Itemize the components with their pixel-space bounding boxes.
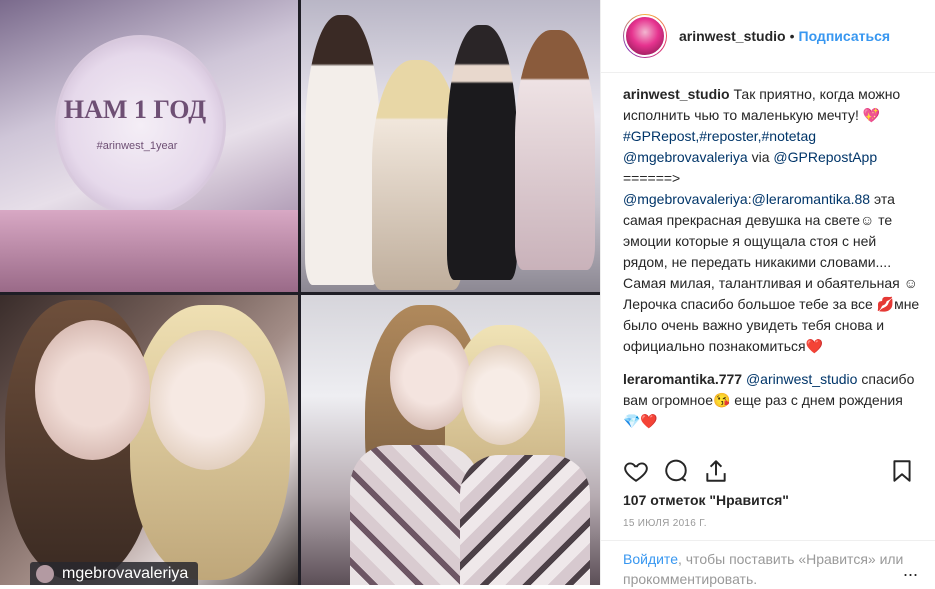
comment-username[interactable]: leraromantika.777 xyxy=(623,371,742,387)
header-separator: • xyxy=(789,28,795,44)
person-face xyxy=(390,325,470,430)
comment-username[interactable]: arinwest_studio xyxy=(623,86,730,102)
bookmark-icon[interactable] xyxy=(889,458,915,489)
heart-icon[interactable] xyxy=(623,458,649,489)
comment-text: ======> xyxy=(623,170,681,186)
comment-text: эта самая прекрасная девушка на свете☺ т… xyxy=(623,191,920,354)
reply-comment: leraromantika.777 @arinwest_studio спаси… xyxy=(623,369,923,432)
mention-link[interactable]: @GPRepostApp xyxy=(773,149,877,165)
action-bar xyxy=(623,458,915,488)
caption-comment: arinwest_studio Так приятно, когда можно… xyxy=(623,84,923,357)
comment-text: via xyxy=(751,149,770,165)
header-username[interactable]: arinwest_studio xyxy=(679,28,786,44)
avatar-image xyxy=(624,15,666,57)
login-prompt: Войдите, чтобы поставить «Нравится» или … xyxy=(623,549,923,589)
follow-button[interactable]: Подписаться xyxy=(799,28,891,44)
mention-link[interactable]: @arinwest_studio xyxy=(746,371,858,387)
avatar[interactable] xyxy=(623,14,667,58)
comment-icon[interactable] xyxy=(663,458,689,489)
login-link[interactable]: Войдите xyxy=(623,551,678,567)
person-figure xyxy=(305,15,380,285)
person-face xyxy=(150,330,265,470)
post-photo[interactable]: НАМ 1 ГОД #arinwest_1year mgebrovavaleri… xyxy=(0,0,600,585)
anniversary-banner xyxy=(55,35,226,216)
likes-count[interactable]: 107 отметок "Нравится" xyxy=(623,492,789,508)
person-figure xyxy=(447,25,517,280)
dessert-table xyxy=(0,210,298,292)
mention-link[interactable]: @mgebrovavaleriya xyxy=(623,191,748,207)
share-icon[interactable] xyxy=(703,458,729,489)
post-sidebar: arinwest_studio • Подписаться arinwest_s… xyxy=(600,0,935,589)
repost-user-tag[interactable]: mgebrovavaleriya xyxy=(30,562,199,585)
banner-headline: НАМ 1 ГОД xyxy=(63,95,207,124)
repost-username: mgebrovavaleriya xyxy=(62,565,189,582)
mention-link[interactable]: @leraromantika.88 xyxy=(752,191,871,207)
person-figure xyxy=(515,30,595,270)
hashtag-link[interactable]: #GPRepost,#reposter,#notetag xyxy=(623,128,816,144)
floral-dress xyxy=(460,455,590,585)
post-header: arinwest_studio • Подписаться xyxy=(601,0,935,73)
post-date[interactable]: 15 ИЮЛЯ 2016 Г. xyxy=(623,518,707,529)
person-face xyxy=(462,345,540,445)
mention-link[interactable]: @mgebrovavaleriya xyxy=(623,149,748,165)
comment-list: arinwest_studio Так приятно, когда можно… xyxy=(623,84,923,444)
repost-avatar xyxy=(36,565,54,583)
more-options-button[interactable]: ... xyxy=(903,560,918,581)
person-face xyxy=(35,320,150,460)
comment-footer: Войдите, чтобы поставить «Нравится» или … xyxy=(601,540,935,589)
banner-hashtag: #arinwest_1year xyxy=(96,140,178,152)
